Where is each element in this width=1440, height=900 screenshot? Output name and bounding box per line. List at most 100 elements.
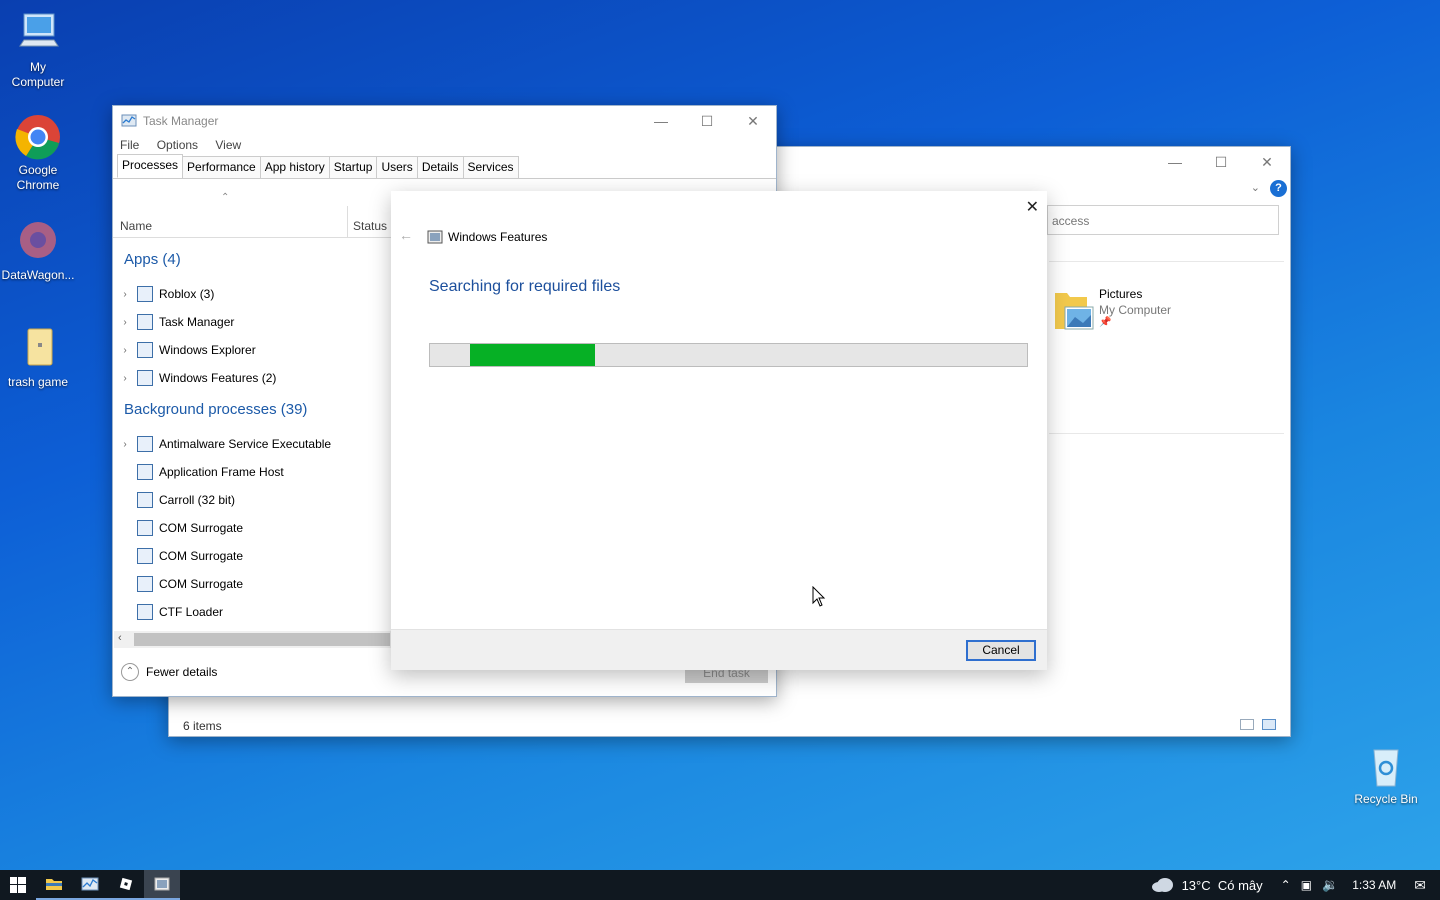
scrollbar-thumb[interactable]	[134, 633, 390, 646]
progress-bar-fill	[470, 344, 596, 366]
back-arrow-icon[interactable]: ←	[399, 227, 413, 243]
process-icon	[137, 548, 153, 564]
chevron-down-icon[interactable]: ⌄	[1251, 181, 1260, 194]
taskbar-roblox[interactable]	[108, 870, 144, 900]
tab-startup[interactable]: Startup	[328, 156, 378, 178]
cancel-button[interactable]: Cancel	[966, 640, 1036, 661]
expand-chevron-icon[interactable]: ›	[113, 289, 137, 300]
desktop-icon-datawagon[interactable]: DataWagon...	[0, 218, 76, 283]
process-name: COM Surrogate	[159, 577, 244, 591]
explorer-window-controls: — ☐ ✕	[1152, 147, 1290, 177]
fewer-details-button[interactable]: ⌃ Fewer details	[121, 663, 217, 681]
process-name: Windows Features (2)	[159, 371, 277, 385]
horizontal-scrollbar[interactable]: ‹	[114, 631, 391, 648]
taskbar: 13°C Có mây ⌃ ▣ 🔉 1:33 AM ✉	[0, 870, 1440, 900]
background-process-row[interactable]: Carroll (32 bit)	[113, 486, 235, 514]
background-process-row[interactable]: Application Frame Host	[113, 458, 284, 486]
minimize-button[interactable]: —	[1152, 147, 1198, 177]
network-icon[interactable]: ▣	[1301, 878, 1312, 892]
tab-processes[interactable]: Processes	[117, 154, 184, 178]
weather-text[interactable]: 13°C Có mây	[1182, 878, 1263, 893]
task-manager-icon	[121, 114, 137, 127]
taskbar-task-manager[interactable]	[72, 870, 108, 900]
desktop-icon-label: Recycle Bin	[1354, 792, 1418, 806]
app-row[interactable]: › Roblox (3)	[113, 280, 214, 308]
process-name: COM Surrogate	[159, 549, 244, 563]
tab-services[interactable]: Services	[462, 156, 519, 178]
group-header-apps: Apps (4)	[124, 251, 181, 268]
column-header-status[interactable]: Status	[353, 219, 387, 233]
process-icon	[137, 436, 153, 452]
scroll-left-icon[interactable]: ‹	[118, 632, 122, 644]
process-icon	[137, 342, 153, 358]
close-button[interactable]: ✕	[1244, 147, 1290, 177]
help-icon[interactable]: ?	[1270, 180, 1287, 197]
process-icon	[137, 604, 153, 620]
column-header-name[interactable]: Name	[120, 219, 152, 233]
chevron-up-circle-icon: ⌃	[121, 663, 139, 681]
maximize-button[interactable]: ☐	[1198, 147, 1244, 177]
roblox-icon	[119, 877, 133, 891]
volume-icon[interactable]: 🔉	[1322, 877, 1338, 893]
maximize-button[interactable]: ☐	[684, 106, 730, 136]
background-process-row[interactable]: COM Surrogate	[113, 542, 243, 570]
background-process-row[interactable]: › Antimalware Service Executable	[113, 430, 331, 458]
process-icon	[137, 286, 153, 302]
search-input[interactable]: access	[1047, 205, 1279, 235]
status-message: Searching for required files	[429, 278, 621, 295]
desktop-icon-label: Google Chrome	[16, 163, 60, 192]
process-icon	[137, 314, 153, 330]
fewer-details-label: Fewer details	[146, 665, 218, 679]
process-icon	[137, 492, 153, 508]
background-process-row[interactable]: COM Surrogate	[113, 570, 243, 598]
desktop-icon-chrome[interactable]: Google Chrome	[0, 113, 76, 193]
menu-file[interactable]: File	[120, 138, 139, 152]
close-icon[interactable]: ✕	[1026, 197, 1039, 217]
windows-features-dialog: ✕ ← Windows Features Searching for requi…	[391, 191, 1047, 670]
start-button[interactable]	[0, 870, 36, 900]
group-header-background: Background processes (39)	[124, 401, 308, 418]
notification-icon[interactable]: ✉	[1414, 877, 1426, 894]
clock[interactable]: 1:33 AM	[1352, 878, 1396, 892]
menu-options[interactable]: Options	[157, 138, 198, 152]
chevron-up-icon[interactable]: ⌃	[1281, 878, 1291, 892]
desktop-icon-label: trash game	[7, 375, 69, 389]
app-row[interactable]: › Windows Features (2)	[113, 364, 276, 392]
desktop-icon-trash-game[interactable]: trash game	[0, 325, 76, 390]
background-process-row[interactable]: COM Surrogate	[113, 514, 243, 542]
dialog-title: Windows Features	[448, 230, 548, 244]
desktop-icon-recycle-bin[interactable]: Recycle Bin	[1348, 742, 1424, 807]
expand-chevron-icon[interactable]: ›	[113, 345, 137, 356]
process-name: CTF Loader	[159, 605, 224, 619]
app-row[interactable]: › Task Manager	[113, 308, 234, 336]
close-button[interactable]: ✕	[730, 106, 776, 136]
menu-view[interactable]: View	[215, 138, 241, 152]
taskbar-file-explorer[interactable]	[36, 870, 72, 900]
large-icons-view-icon[interactable]	[1262, 719, 1276, 730]
cloud-icon	[1151, 878, 1173, 892]
recycle-bin-icon	[1362, 742, 1410, 790]
expand-chevron-icon[interactable]: ›	[113, 317, 137, 328]
minimize-button[interactable]: —	[638, 106, 684, 136]
desktop-icon-my-computer[interactable]: My Computer	[0, 10, 76, 90]
process-icon	[137, 576, 153, 592]
tab-performance[interactable]: Performance	[182, 156, 261, 178]
tab-bar: Processes Performance App history Startu…	[113, 154, 776, 179]
app-row[interactable]: › Windows Explorer	[113, 336, 256, 364]
windows-logo-icon	[10, 877, 26, 893]
progress-bar	[429, 343, 1028, 367]
details-view-icon[interactable]	[1240, 719, 1254, 730]
expand-chevron-icon[interactable]: ›	[113, 439, 137, 450]
expand-chevron-icon[interactable]: ›	[113, 373, 137, 384]
tab-app-history[interactable]: App history	[259, 156, 330, 178]
tab-details[interactable]: Details	[416, 156, 464, 178]
taskbar-windows-features[interactable]	[144, 870, 180, 900]
cancel-label: Cancel	[982, 643, 1020, 657]
divider	[1049, 261, 1284, 262]
file-icon	[14, 325, 62, 373]
window-title: Task Manager	[143, 114, 219, 128]
background-process-row[interactable]: CTF Loader	[113, 598, 223, 626]
tab-users[interactable]: Users	[376, 156, 418, 178]
process-icon	[137, 520, 153, 536]
quick-access-item-pictures[interactable]: Pictures My Computer 📌	[1053, 285, 1253, 335]
